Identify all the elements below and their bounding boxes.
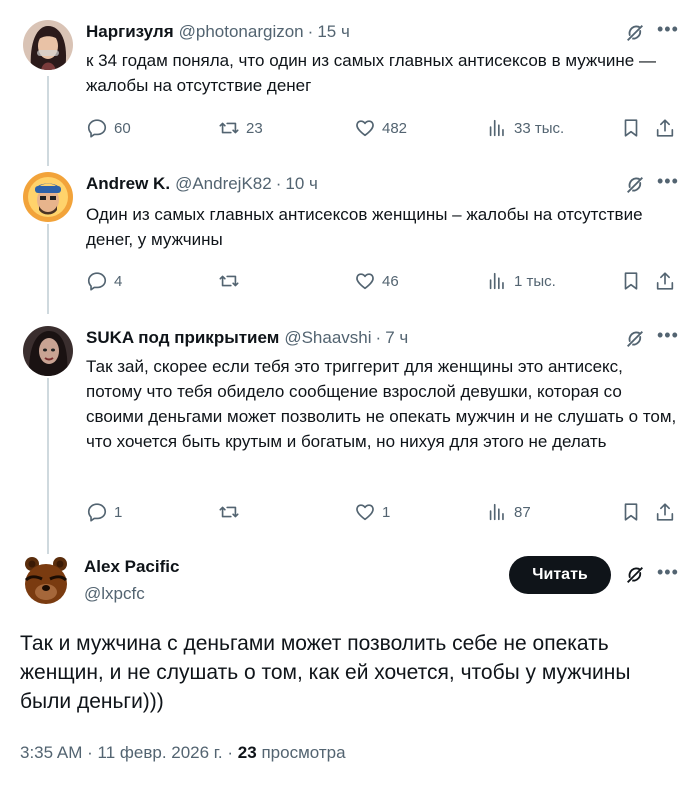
retweet-icon xyxy=(219,506,239,518)
share-button[interactable] xyxy=(654,269,676,293)
timestamp[interactable]: 10 ч xyxy=(285,174,318,194)
tweet-meta: 3:35 AM · 11 февр. 2026 г. · 23 просмотр… xyxy=(20,743,346,763)
more-icon[interactable]: ••• xyxy=(657,326,679,348)
separator: · xyxy=(375,328,382,347)
share-icon xyxy=(656,272,674,290)
heart-icon xyxy=(356,120,374,137)
like-count: 46 xyxy=(382,272,399,290)
avatar[interactable] xyxy=(20,554,72,606)
view-count: 23 xyxy=(237,743,257,762)
analytics-icon xyxy=(489,503,504,521)
retweet-button[interactable] xyxy=(218,269,246,293)
more-icon[interactable]: ••• xyxy=(657,20,679,42)
action-bar: 1 1 87 xyxy=(86,500,686,524)
retweet-icon xyxy=(219,275,239,287)
grok-icon[interactable] xyxy=(624,328,646,350)
bookmark-icon xyxy=(624,272,638,290)
display-name[interactable]: Наргизуля xyxy=(86,22,174,42)
tweet-text: к 34 годам поняла, что один из самых гла… xyxy=(86,51,656,95)
action-bar: 60 23 482 33 тыс. xyxy=(86,116,686,140)
views-label: просмотра xyxy=(261,743,346,762)
separator: · xyxy=(307,22,314,41)
timestamp[interactable]: 15 ч xyxy=(317,22,350,42)
display-name[interactable]: SUKA под прикрытием xyxy=(86,328,279,348)
reply-icon xyxy=(87,119,107,138)
reply-count: 4 xyxy=(114,272,123,290)
grok-icon[interactable] xyxy=(624,22,646,44)
display-name[interactable]: Andrew K. xyxy=(86,174,170,194)
views-button[interactable]: 33 тыс. xyxy=(486,116,564,140)
bookmark-icon xyxy=(624,119,638,137)
tweet[interactable]: Наргизуля @photonargizon · 15 ч ••• к 34… xyxy=(0,20,700,150)
avatar[interactable] xyxy=(23,326,73,376)
avatar[interactable] xyxy=(23,20,73,70)
grok-icon[interactable] xyxy=(624,174,646,196)
user-handle[interactable]: @Shaavshi xyxy=(284,328,371,348)
retweet-icon xyxy=(219,122,239,134)
tweet-text: Так зай, скорее если тебя это триггерит … xyxy=(86,357,677,451)
timestamp[interactable]: 7 ч xyxy=(385,328,408,348)
share-button[interactable] xyxy=(654,116,676,140)
user-handle[interactable]: @AndrejK82 xyxy=(175,174,272,194)
separator: · xyxy=(227,743,234,762)
tweet-text: Один из самых главных антисексов женщины… xyxy=(86,205,643,249)
tweet-text: Так и мужчина с деньгами может позволить… xyxy=(20,632,631,713)
view-count: 87 xyxy=(514,503,531,521)
more-icon[interactable]: ••• xyxy=(657,562,679,583)
retweet-button[interactable]: 23 xyxy=(218,116,263,140)
bookmark-button[interactable] xyxy=(620,269,642,293)
heart-icon xyxy=(356,273,374,290)
analytics-icon xyxy=(489,272,504,290)
tweet-header: Наргизуля @photonargizon · 15 ч xyxy=(86,20,350,44)
user-handle[interactable]: @lxpcfc xyxy=(84,584,145,604)
share-icon xyxy=(656,503,674,521)
post-time[interactable]: 3:35 AM xyxy=(20,743,82,762)
like-button[interactable]: 482 xyxy=(354,116,407,140)
view-count: 1 тыс. xyxy=(514,272,556,290)
retweet-button[interactable] xyxy=(218,500,246,524)
display-name[interactable]: Alex Pacific xyxy=(84,557,179,577)
bookmark-icon xyxy=(624,503,638,521)
views-button[interactable]: 1 тыс. xyxy=(486,269,556,293)
tweet[interactable]: SUKA под прикрытием @Shaavshi · 7 ч ••• … xyxy=(0,326,700,526)
reply-icon xyxy=(87,272,107,291)
share-icon xyxy=(656,119,674,137)
heart-icon xyxy=(356,504,374,521)
tweet-header: Andrew K. @AndrejK82 · 10 ч xyxy=(86,172,318,196)
retweet-count: 23 xyxy=(246,119,263,137)
separator: · xyxy=(87,743,93,762)
user-handle[interactable]: @photonargizon xyxy=(179,22,304,42)
tweet-header: SUKA под прикрытием @Shaavshi · 7 ч xyxy=(86,326,408,350)
reply-count: 60 xyxy=(114,119,131,137)
views-button[interactable]: 87 xyxy=(486,500,531,524)
more-icon[interactable]: ••• xyxy=(657,172,679,194)
like-button[interactable]: 1 xyxy=(354,500,390,524)
tweet[interactable]: Andrew K. @AndrejK82 · 10 ч ••• Один из … xyxy=(0,172,700,302)
reply-count: 1 xyxy=(114,503,123,521)
avatar[interactable] xyxy=(23,172,73,222)
reply-icon xyxy=(87,503,107,522)
bookmark-button[interactable] xyxy=(620,500,642,524)
like-button[interactable]: 46 xyxy=(354,269,399,293)
like-count: 482 xyxy=(382,119,408,137)
post-date[interactable]: 11 февр. 2026 г. xyxy=(98,743,223,762)
analytics-icon xyxy=(489,119,504,137)
bookmark-button[interactable] xyxy=(620,116,642,140)
view-count: 33 тыс. xyxy=(514,119,565,137)
reply-button[interactable]: 4 xyxy=(86,269,122,293)
reply-button[interactable]: 60 xyxy=(86,116,131,140)
reply-button[interactable]: 1 xyxy=(86,500,122,524)
separator: · xyxy=(275,174,282,193)
action-bar: 4 46 1 тыс. xyxy=(86,269,686,293)
share-button[interactable] xyxy=(654,500,676,524)
follow-button[interactable]: Читать xyxy=(509,556,611,594)
grok-icon[interactable] xyxy=(624,564,646,586)
like-count: 1 xyxy=(382,503,391,521)
